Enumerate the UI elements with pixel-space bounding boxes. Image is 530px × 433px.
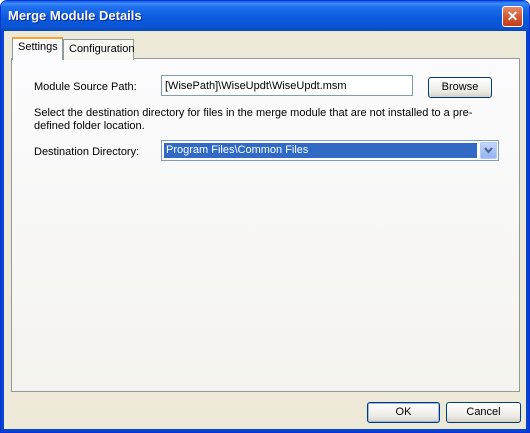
close-button[interactable]: ✕ xyxy=(502,6,523,27)
destination-description-text: Select the destination directory for fil… xyxy=(34,107,473,132)
dropdown-button[interactable] xyxy=(480,142,497,159)
tab-settings[interactable]: Settings xyxy=(12,37,63,60)
module-source-path-label: Module Source Path: xyxy=(34,81,137,93)
window-title: Merge Module Details xyxy=(8,8,142,23)
cancel-button[interactable]: Cancel xyxy=(446,402,521,423)
ok-button[interactable]: OK xyxy=(367,402,440,423)
destination-directory-select[interactable]: Program Files\Common Files xyxy=(161,140,499,161)
destination-directory-label: Destination Directory: xyxy=(34,146,140,158)
title-bar[interactable]: Merge Module Details ✕ xyxy=(1,1,529,31)
window-frame-left xyxy=(1,31,4,432)
tab-configuration[interactable]: Configuration xyxy=(63,39,134,60)
browse-button[interactable]: Browse xyxy=(428,77,492,98)
merge-module-details-dialog: Merge Module Details ✕ Configuration Set… xyxy=(0,0,530,433)
module-source-path-input[interactable] xyxy=(161,75,413,96)
chevron-down-icon xyxy=(484,147,493,154)
destination-directory-value: Program Files\Common Files xyxy=(164,143,477,158)
close-icon: ✕ xyxy=(506,8,519,24)
window-frame-right xyxy=(526,31,529,432)
window-frame-bottom xyxy=(1,429,529,432)
